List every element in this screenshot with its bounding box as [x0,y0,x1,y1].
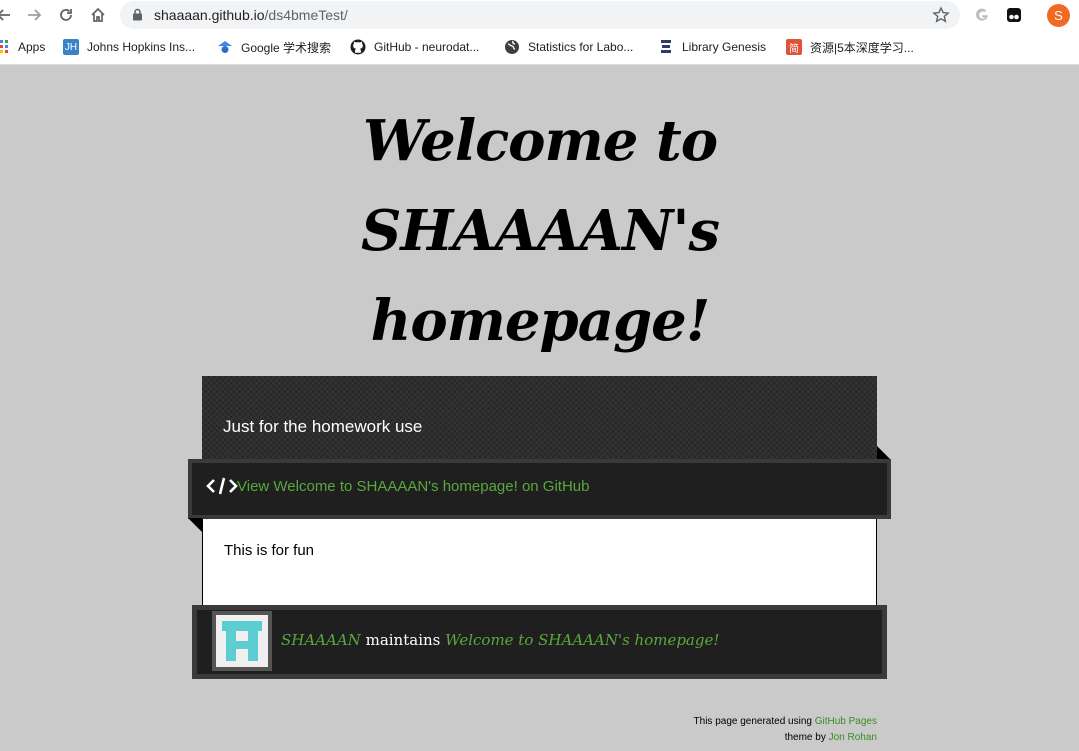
home-icon [91,7,105,22]
bookmark-label: 资源|5本深度学习... [810,40,914,55]
maintainer-line: SHAAAAN maintains Welcome to SHAAAAN's h… [281,631,719,649]
profile-avatar[interactable]: S [1047,4,1070,27]
maintainer-band: SHAAAAN maintains Welcome to SHAAAAN's h… [192,605,887,679]
forward-arrow-icon [28,9,42,21]
profile-initial: S [1054,8,1063,23]
github-icon [350,39,366,55]
header-band: Just for the homework use [202,376,877,460]
credits-line-1: This page generated using GitHub Pages [694,714,877,730]
lock-icon [133,8,142,21]
identicon-icon [222,621,262,661]
credits: This page generated using GitHub Pages t… [694,714,877,746]
url-text: shaaaan.github.io/ds4bmeTest/ [154,7,348,23]
bookmark-label: Library Genesis [682,40,767,54]
tampermonkey-extension-icon[interactable] [1004,5,1024,25]
maintainer-verb: maintains [365,631,441,649]
library-icon [658,39,674,55]
theme-author-link[interactable]: Jon Rohan [829,732,877,743]
address-bar[interactable]: shaaaan.github.io/ds4bmeTest/ [120,1,960,29]
main-content: This is for fun [202,519,877,609]
bookmark-resources[interactable]: 简 资源|5本深度学习... [786,38,914,56]
maintainer-avatar [216,615,268,667]
github-pages-link[interactable]: GitHub Pages [815,716,877,727]
forward-button[interactable] [22,3,46,27]
tagline: Just for the homework use [223,417,423,436]
credits-prefix-1: This page generated using [693,716,812,727]
apps-grid-icon [0,39,10,55]
bookmark-google-scholar[interactable]: Google 学术搜索 [217,38,331,56]
maintainer-name-link[interactable]: SHAAAAN [281,631,361,649]
bookmark-johns-hopkins[interactable]: JH Johns Hopkins Ins... [63,38,195,56]
scholar-icon [217,39,233,55]
ribbon-fold-right [877,446,891,460]
bookmark-star-icon[interactable] [932,6,950,24]
credits-line-2: theme by Jon Rohan [694,730,877,746]
bookmark-label: Apps [18,40,46,54]
avatar-frame[interactable] [212,611,272,671]
url-host: shaaaan.github.io [154,7,265,23]
bookmark-label: Google 学术搜索 [241,40,332,55]
bookmark-github[interactable]: GitHub - neurodat... [350,38,479,56]
google-extension-icon[interactable] [972,5,992,25]
bookmark-apps[interactable]: Apps [0,38,45,56]
home-button[interactable] [86,3,110,27]
bookmarks-bar: Apps JH Johns Hopkins Ins... Google 学术搜索… [0,31,1079,65]
bookmark-statistics[interactable]: Statistics for Labo... [504,38,633,56]
back-button[interactable] [0,3,16,27]
bookmark-label: GitHub - neurodat... [374,40,480,54]
page-title: Welcome to SHAAAAN's homepage! [360,108,720,354]
code-icon [206,477,238,495]
project-name-link[interactable]: Welcome to SHAAAAN's homepage! [445,631,719,649]
credits-prefix-2: theme by [784,732,826,743]
reload-icon [60,9,72,21]
bookmark-label: Statistics for Labo... [528,40,634,54]
reload-button[interactable] [54,3,78,27]
repo-ribbon: View Welcome to SHAAAAN's homepage! on G… [188,459,891,519]
bookmark-library-genesis[interactable]: Library Genesis [658,38,766,56]
jh-icon: JH [63,39,79,55]
extension-face-icon [1007,8,1021,22]
globe-icon [504,39,520,55]
google-g-icon [976,8,988,21]
jian-icon: 简 [786,39,802,55]
bookmark-label: Johns Hopkins Ins... [87,40,196,54]
ribbon-fold-left [188,518,202,532]
browser-toolbar: shaaaan.github.io/ds4bmeTest/ S [0,0,1079,31]
body-text: This is for fun [224,542,315,559]
view-on-github-link[interactable]: View Welcome to SHAAAAN's homepage! on G… [237,478,589,495]
maintainer-band-inner: SHAAAAN maintains Welcome to SHAAAAN's h… [197,610,882,674]
repo-ribbon-inner: View Welcome to SHAAAAN's homepage! on G… [192,463,887,515]
url-path: /ds4bmeTest/ [264,7,348,23]
back-arrow-icon [0,9,10,21]
